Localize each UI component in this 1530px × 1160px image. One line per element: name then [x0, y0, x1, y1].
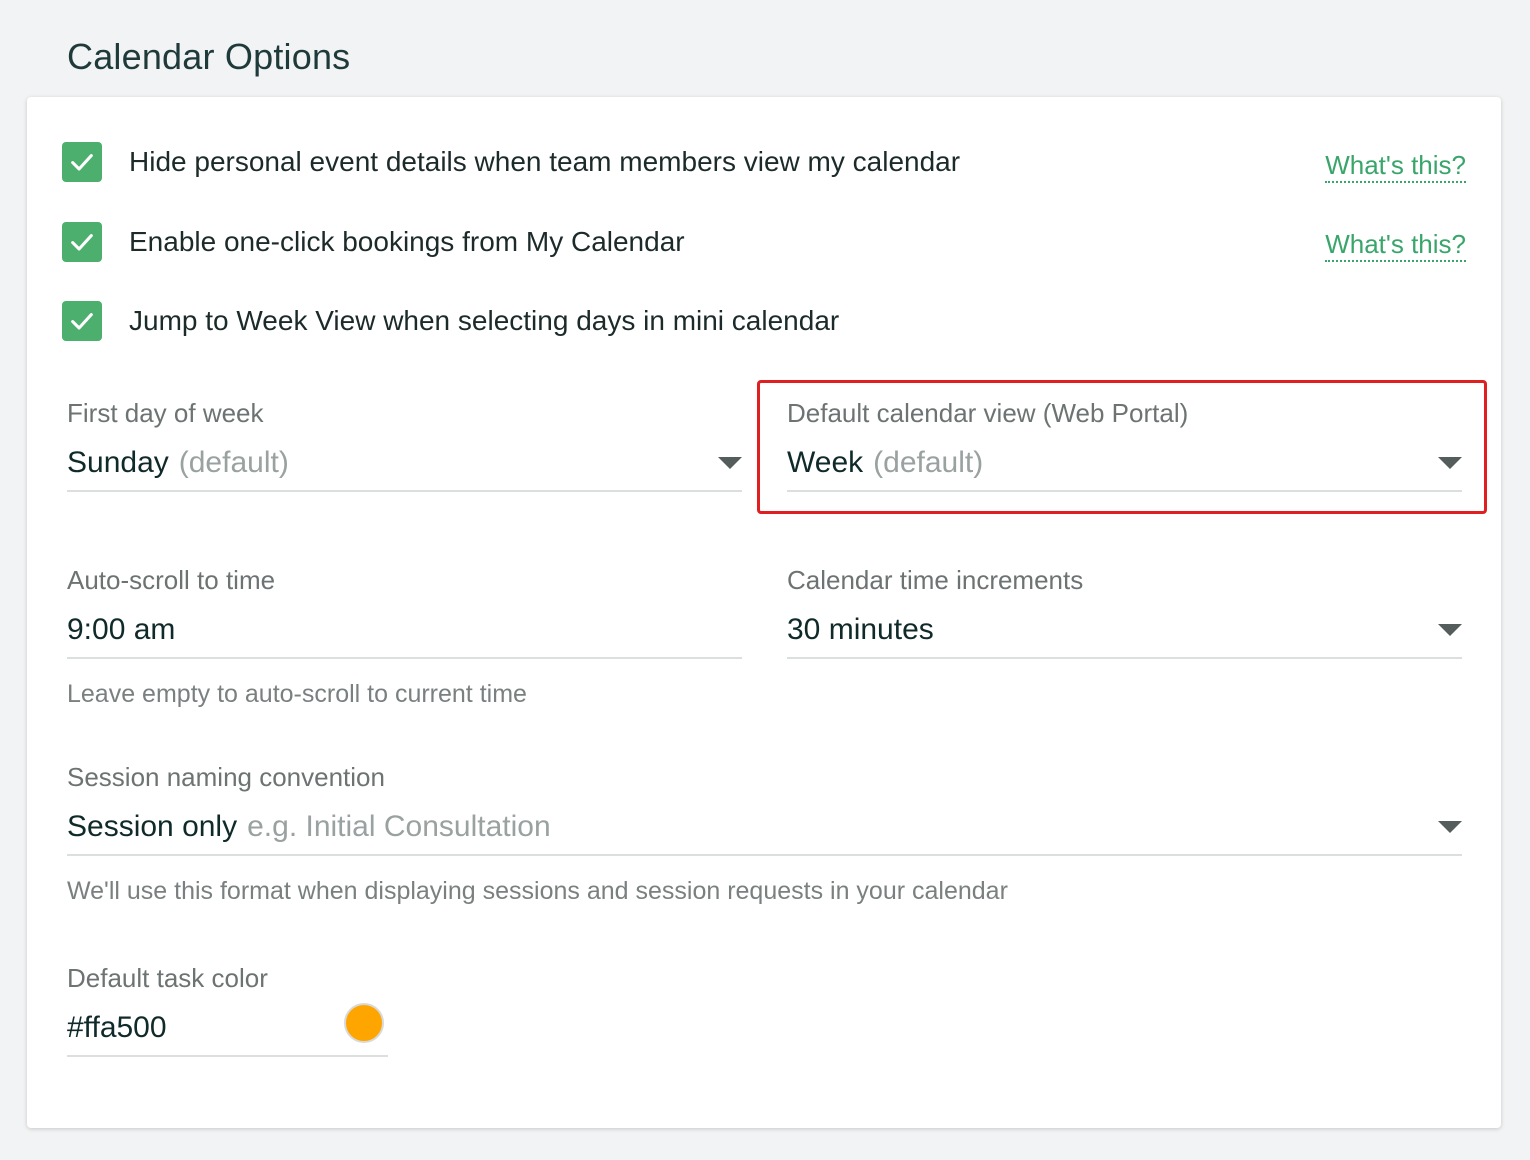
- field-label: Default task color: [67, 963, 268, 993]
- example-text: e.g. Initial Consultation: [247, 810, 551, 843]
- field-label: Default calendar view (Web Portal): [787, 398, 1189, 428]
- auto-scroll-time-input[interactable]: Auto-scroll to time 9:00 am: [67, 565, 742, 659]
- option-hide-personal-details[interactable]: Hide personal event details when team me…: [62, 141, 960, 183]
- helper-text: Leave empty to auto-scroll to current ti…: [67, 680, 527, 708]
- checkbox-one-click-bookings[interactable]: [62, 222, 102, 262]
- option-jump-to-week-view[interactable]: Jump to Week View when selecting days in…: [62, 300, 839, 342]
- checkbox-hide-personal-details[interactable]: [62, 142, 102, 182]
- option-label: Enable one-click bookings from My Calend…: [129, 226, 685, 257]
- checkmark-icon: [71, 234, 93, 251]
- select-control[interactable]: Sunday (default): [67, 446, 742, 492]
- checkbox-jump-to-week-view[interactable]: [62, 301, 102, 341]
- helper-text: We'll use this format when displaying se…: [67, 877, 1008, 905]
- select-control[interactable]: 30 minutes: [787, 613, 1462, 659]
- time-increments-select[interactable]: Calendar time increments 30 minutes: [787, 565, 1462, 659]
- field-label: Auto-scroll to time: [67, 565, 276, 595]
- selected-value: 30 minutes: [787, 613, 934, 646]
- selected-value: Week: [787, 446, 864, 479]
- default-calendar-view-select[interactable]: Default calendar view (Web Portal) Week …: [787, 398, 1462, 492]
- chevron-down-icon[interactable]: [1438, 624, 1462, 636]
- option-label: Hide personal event details when team me…: [129, 146, 961, 177]
- calendar-options-card: Hide personal event details when team me…: [27, 97, 1501, 1128]
- text-input[interactable]: 9:00 am: [67, 613, 742, 659]
- whats-this-link[interactable]: What's this?: [1325, 228, 1466, 262]
- session-naming-select[interactable]: Session naming convention Session only e…: [67, 762, 1462, 856]
- selected-value: Session only: [67, 810, 238, 843]
- color-swatch[interactable]: [344, 1003, 384, 1043]
- page-title: Calendar Options: [67, 36, 351, 77]
- select-control[interactable]: Week (default): [787, 446, 1462, 492]
- whats-this-link[interactable]: What's this?: [1325, 149, 1466, 183]
- chevron-down-icon[interactable]: [1438, 821, 1462, 833]
- default-suffix: (default): [178, 446, 289, 479]
- chevron-down-icon[interactable]: [718, 457, 742, 469]
- field-label: Calendar time increments: [787, 565, 1084, 595]
- option-one-click-bookings[interactable]: Enable one-click bookings from My Calend…: [62, 221, 685, 263]
- first-day-of-week-select[interactable]: First day of week Sunday (default): [67, 398, 742, 492]
- field-label: First day of week: [67, 398, 264, 428]
- input-value: #ffa500: [67, 1011, 167, 1044]
- default-suffix: (default): [873, 446, 984, 479]
- select-control[interactable]: Session only e.g. Initial Consultation: [67, 810, 1462, 856]
- chevron-down-icon[interactable]: [1438, 457, 1462, 469]
- input-value: 9:00 am: [67, 613, 176, 646]
- checkmark-icon: [71, 154, 93, 171]
- option-label: Jump to Week View when selecting days in…: [129, 305, 840, 336]
- selected-value: Sunday: [67, 446, 169, 479]
- checkmark-icon: [71, 313, 93, 330]
- text-input[interactable]: #ffa500: [67, 1003, 388, 1057]
- field-label: Session naming convention: [67, 762, 385, 792]
- default-task-color-input[interactable]: Default task color #ffa500: [67, 963, 388, 1057]
